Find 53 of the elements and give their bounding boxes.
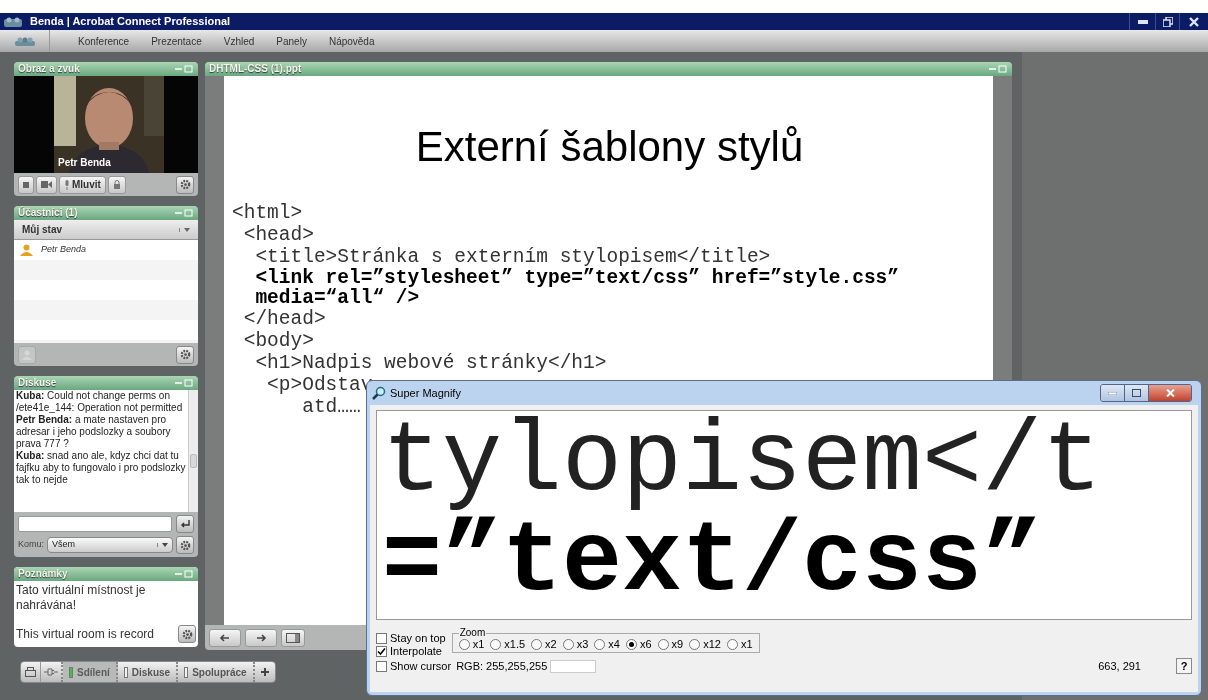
pod-title: Diskuse — [18, 378, 57, 388]
pod-title: Poznámky — [18, 569, 68, 579]
pod-title: Obraz a zvuk — [18, 64, 80, 74]
magnifier-title: Super Magnify — [390, 385, 461, 401]
checkbox-label: Show cursor — [390, 660, 452, 672]
rgb-value: RGB: 255,255,255 — [456, 660, 548, 672]
checkbox-label: Stay on top — [390, 632, 446, 644]
cursor-coordinates: 663, 291 — [1098, 660, 1141, 672]
zoom-radio[interactable]: x6 — [625, 638, 652, 650]
zoom-radio[interactable]: x3 — [562, 638, 589, 650]
code-line: <h1>Nadpis webové stránky</h1> — [254, 352, 607, 374]
zoom-radio[interactable]: x4 — [594, 638, 620, 650]
person-name: Petr Benda — [58, 156, 111, 170]
menu-item[interactable]: Nápověda — [328, 33, 375, 49]
zoom-radio[interactable]: x2 — [531, 638, 557, 650]
pod-title: Účastníci (1) — [18, 208, 78, 218]
code-line: <html> — [232, 202, 303, 224]
attendee-name: Petr Benda — [41, 243, 87, 257]
menu-item[interactable]: Prezentace — [151, 33, 202, 49]
talk-button[interactable]: Mluvit — [59, 175, 106, 194]
magnified-text: tylopisem</t — [382, 413, 1103, 513]
zoom-radio[interactable]: x9 — [657, 638, 684, 650]
note-text: Tato virtuální místnost je nahrávána! — [16, 583, 147, 613]
attendee-row[interactable]: Petr Benda — [14, 240, 198, 260]
recipient-dropdown[interactable]: Všem — [47, 537, 173, 553]
slide-title: Externí šablony stylů — [414, 126, 805, 168]
code-line: <body> — [242, 330, 314, 352]
checkbox-label: Interpolate — [390, 645, 442, 657]
note-text: This virtual room is record — [16, 627, 155, 642]
menu-item[interactable]: Vzhled — [223, 33, 255, 49]
status-dropdown[interactable]: Můj stav — [14, 220, 198, 240]
code-line: <head> — [242, 224, 314, 246]
magnified-text: =”text/css” — [382, 513, 1043, 613]
window-title: Benda | Acrobat Connect Professional — [30, 14, 231, 30]
menu-item[interactable]: Panely — [276, 33, 307, 49]
zoom-radio[interactable]: x1.5 — [490, 638, 526, 650]
help-button[interactable]: ? — [1176, 658, 1192, 674]
code-line: </head> — [242, 308, 326, 330]
zoom-radio[interactable]: x1 — [458, 638, 485, 650]
zoom-radio[interactable]: x1 — [726, 638, 753, 650]
code-line: <title>Stránka s externím stylopisem</title> — [254, 246, 771, 268]
chat-message: Kuba: snad ano ale, kdyz chci dat tu fajfku aby to fungovalo i pro podslozky tak to nejde — [16, 450, 186, 486]
pod-title: DHTML-CSS (1).ppt — [209, 64, 302, 74]
menu-item[interactable]: Konference — [78, 33, 130, 49]
code-line: <link rel=”stylesheet” type=”text/css” href=”style.css” — [254, 268, 899, 288]
layout-tab[interactable]: Diskuse — [117, 662, 179, 682]
zoom-label: Zoom — [458, 628, 487, 638]
code-line: atd…… — [301, 396, 361, 418]
code-line: media=“all“ /> — [254, 288, 420, 308]
recipient-label: Komu: — [18, 538, 44, 552]
zoom-radio[interactable]: x12 — [689, 638, 721, 650]
chat-message: Petr Benda: a mate nastaven pro adresar i jeho podslozky a soubory prava 777 ? — [16, 414, 172, 450]
layout-tab[interactable]: Spolupráce — [178, 662, 255, 682]
